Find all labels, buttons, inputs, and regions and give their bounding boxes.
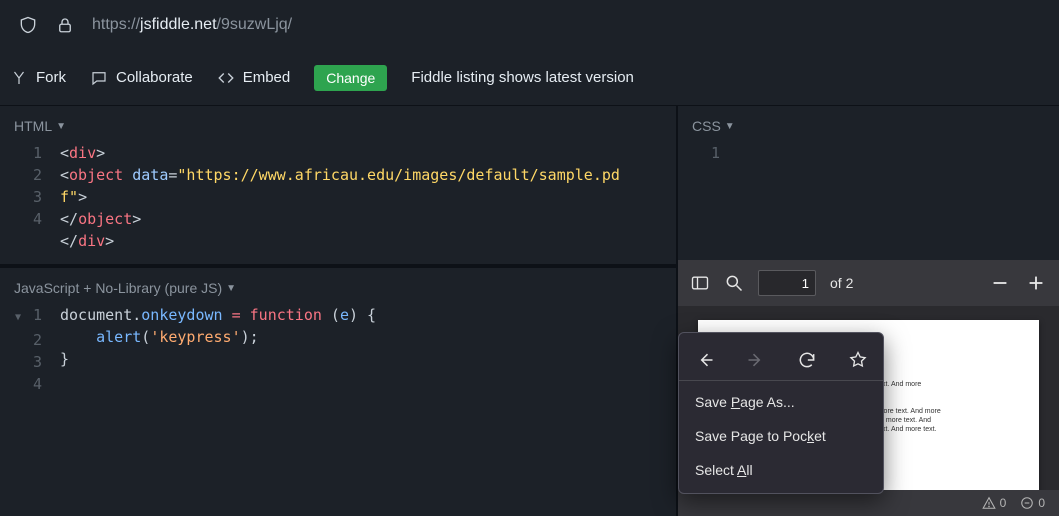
browser-address-bar: https://jsfiddle.net/9suzwLjq/: [0, 0, 1059, 50]
warning-icon[interactable]: 0: [982, 496, 1007, 510]
css-pane-header[interactable]: CSS ▼: [678, 106, 1059, 142]
reload-icon[interactable]: [797, 350, 817, 370]
forward-icon: [746, 350, 766, 370]
js-code[interactable]: document.onkeydown = function (e) { aler…: [60, 304, 676, 395]
css-editor[interactable]: 1: [678, 142, 1059, 176]
collaborate-label: Collaborate: [116, 69, 193, 86]
context-nav-row: [679, 339, 883, 381]
fork-icon: [10, 69, 28, 87]
fold-icon[interactable]: ▼: [11, 307, 21, 329]
menu-select-all[interactable]: Select All: [679, 453, 883, 487]
css-pane-label: CSS: [692, 118, 721, 134]
code-icon: [217, 69, 235, 87]
menu-save-to-pocket[interactable]: Save Page to Pocket: [679, 419, 883, 453]
html-code[interactable]: <div> <object data="https://www.africau.…: [60, 142, 676, 252]
url-text[interactable]: https://jsfiddle.net/9suzwLjq/: [92, 16, 292, 34]
change-button[interactable]: Change: [314, 65, 387, 91]
zoom-in-icon[interactable]: [1025, 272, 1047, 294]
shield-icon: [18, 15, 38, 35]
app-toolbar: Fork Collaborate Embed Change Fiddle lis…: [0, 50, 1059, 106]
pdf-page-input[interactable]: [758, 270, 816, 296]
pdf-text: re text. And more d. nd more text. And m…: [868, 380, 1019, 435]
js-gutter: ▼1 2 3 4: [0, 304, 60, 395]
dropdown-icon: ▼: [725, 121, 735, 132]
js-pane-header[interactable]: JavaScript + No-Library (pure JS) ▼: [0, 268, 676, 304]
back-icon[interactable]: [695, 350, 715, 370]
collaborate-button[interactable]: Collaborate: [90, 69, 193, 87]
js-editor[interactable]: ▼1 2 3 4 document.onkeydown = function (…: [0, 304, 676, 407]
fork-label: Fork: [36, 69, 66, 86]
css-gutter: 1: [678, 142, 738, 164]
sidebar-toggle-icon[interactable]: [690, 273, 710, 293]
context-menu: Save Page As... Save Page to Pocket Sele…: [678, 332, 884, 494]
error-icon[interactable]: 0: [1020, 496, 1045, 510]
dropdown-icon: ▼: [56, 121, 66, 132]
js-pane-label: JavaScript + No-Library (pure JS): [14, 280, 222, 296]
js-pane: JavaScript + No-Library (pure JS) ▼ ▼1 2 …: [0, 268, 676, 516]
dropdown-icon: ▼: [226, 283, 236, 294]
pdf-page-count: of 2: [830, 275, 853, 291]
html-pane: HTML ▼ 1 2 3 4 <div> <object data="https:…: [0, 106, 676, 264]
fork-button[interactable]: Fork: [10, 69, 66, 87]
html-gutter: 1 2 3 4: [0, 142, 60, 252]
bookmark-icon[interactable]: [848, 350, 868, 370]
html-editor[interactable]: 1 2 3 4 <div> <object data="https://www.…: [0, 142, 676, 264]
css-code[interactable]: [738, 142, 1059, 164]
fiddle-notice: Fiddle listing shows latest version: [411, 69, 634, 86]
pdf-toolbar: of 2: [678, 260, 1059, 306]
lock-icon: [56, 16, 74, 34]
chat-icon: [90, 69, 108, 87]
search-icon[interactable]: [724, 273, 744, 293]
menu-save-page-as[interactable]: Save Page As...: [679, 385, 883, 419]
html-pane-header[interactable]: HTML ▼: [0, 106, 676, 142]
html-pane-label: HTML: [14, 118, 52, 134]
embed-button[interactable]: Embed: [217, 69, 291, 87]
embed-label: Embed: [243, 69, 291, 86]
zoom-out-icon[interactable]: [989, 272, 1011, 294]
